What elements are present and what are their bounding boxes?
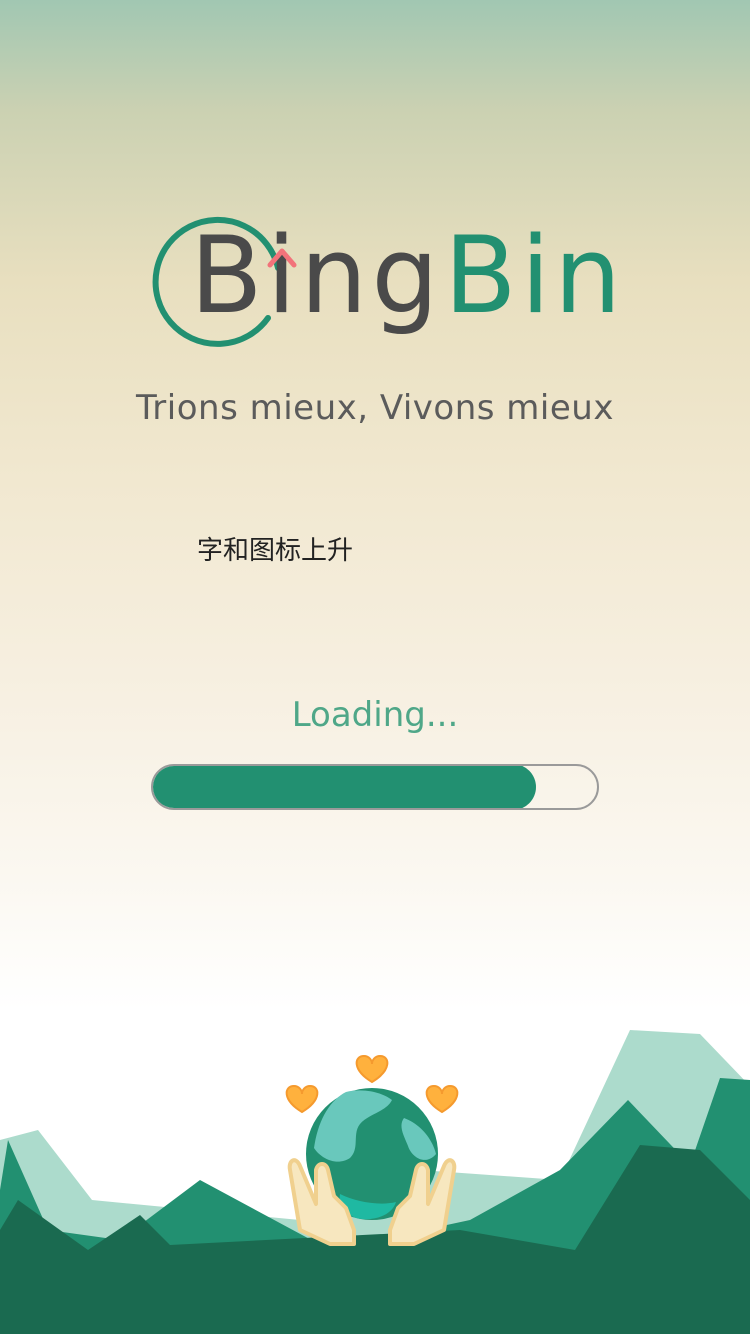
loading-progress-bar xyxy=(151,764,599,810)
tagline: Trions mieux, Vivons mieux xyxy=(136,388,614,428)
heart-icon xyxy=(355,1054,389,1084)
logo-text-bing: Bing xyxy=(190,214,443,337)
loading-label: Loading... xyxy=(291,695,459,735)
loading-progress-fill xyxy=(153,766,536,808)
app-logo: Bing Bin xyxy=(150,205,621,355)
annotation-text: 字和图标上升 xyxy=(197,536,354,566)
logo-text-bin: Bin xyxy=(444,214,626,337)
splash-screen: { "brand": { "name_part1": "Bing", "name… xyxy=(0,0,750,1334)
landscape-illustration xyxy=(0,1030,750,1334)
heart-icon xyxy=(425,1084,459,1114)
up-arrow-icon xyxy=(267,248,297,268)
heart-icon xyxy=(285,1084,319,1114)
